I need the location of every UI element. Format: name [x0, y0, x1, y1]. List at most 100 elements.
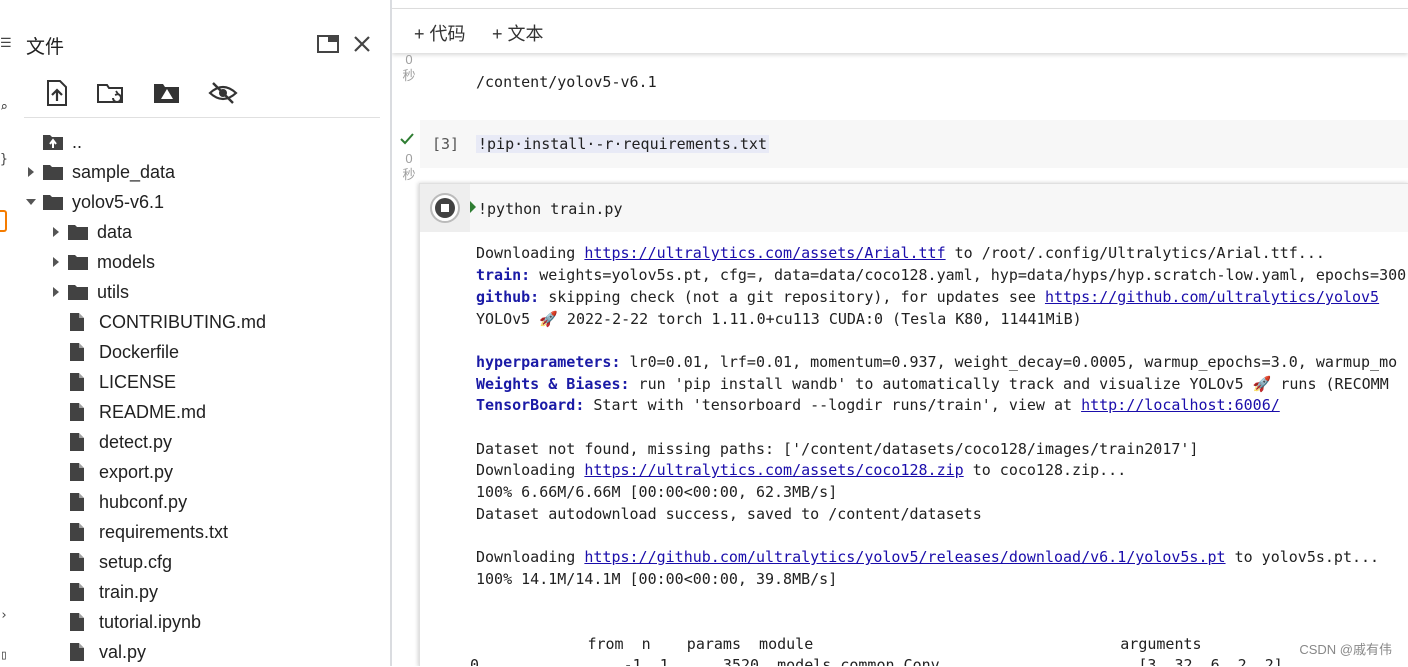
output-link[interactable]: https://github.com/ultralytics/yolov5	[1045, 288, 1379, 306]
file-tree-item[interactable]: sample_data	[20, 157, 175, 187]
file-tree-label: data	[97, 221, 133, 242]
output-line: github: skipping check (not a git reposi…	[476, 288, 1379, 306]
file-tree-item[interactable]: setup.cfg	[45, 547, 172, 577]
output-line: Dataset not found, missing paths: ['/con…	[476, 440, 1199, 458]
file-tree-label: val.py	[99, 641, 147, 662]
cell-time-value: 0	[405, 52, 413, 67]
mount-drive-icon[interactable]	[152, 78, 182, 108]
file-tree-label: setup.cfg	[99, 551, 173, 572]
output-line: Downloading https://github.com/ultralyti…	[476, 548, 1379, 566]
terminal-icon[interactable]: ›	[0, 608, 8, 623]
output-link[interactable]: https://ultralytics.com/assets/coco128.z…	[584, 461, 963, 479]
running-cell-code[interactable]: !python train.py	[478, 200, 623, 218]
menu-icon[interactable]: ☰	[0, 36, 12, 51]
file-tree-label: sample_data	[72, 161, 176, 182]
refresh-folder-icon[interactable]	[96, 78, 126, 108]
cell-exec-time: 0 秒	[398, 52, 420, 84]
notebook-toolbar: + 代码 + 文本	[392, 9, 1408, 53]
cell-editor[interactable]: !python train.py	[470, 184, 1408, 232]
file-tree-label: train.py	[99, 581, 159, 602]
file-tree-item[interactable]: LICENSE	[45, 367, 176, 397]
add-text-cell-button[interactable]: + 文本	[492, 20, 544, 46]
add-code-cell-button[interactable]: + 代码	[414, 20, 466, 46]
output-text: to coco128.zip...	[963, 461, 1127, 479]
upload-file-icon[interactable]	[42, 78, 72, 108]
close-icon[interactable]	[348, 30, 376, 58]
file-tree-item[interactable]: train.py	[45, 577, 158, 607]
file-tree-item[interactable]: README.md	[45, 397, 206, 427]
rocket-icon: 🚀	[539, 310, 558, 328]
output-text: runs (RECOMM	[1271, 375, 1389, 393]
file-tree-label: LICENSE	[99, 371, 177, 392]
parent-folder-icon	[42, 133, 68, 151]
output-line: Weights & Biases: run 'pip install wandb…	[476, 375, 1389, 393]
file-tree-item[interactable]: hubconf.py	[45, 487, 187, 517]
chevron-right-icon[interactable]	[45, 256, 67, 268]
file-tree-item[interactable]: export.py	[45, 457, 173, 487]
file-tree-item[interactable]: detect.py	[45, 427, 172, 457]
code-snippets-icon[interactable]: }	[0, 152, 8, 167]
stop-execution-button[interactable]	[420, 184, 470, 232]
file-tree-label: requirements.txt	[99, 521, 229, 542]
file-tree-item[interactable]: val.py	[45, 637, 146, 667]
output-line: Downloading https://ultralytics.com/asse…	[476, 461, 1126, 479]
file-tree-label: detect.py	[99, 431, 173, 452]
file-tree-item[interactable]: requirements.txt	[45, 517, 228, 547]
output-line: Downloading https://ultralytics.com/asse…	[476, 244, 1325, 262]
output-link[interactable]: http://localhost:6006/	[1081, 396, 1280, 414]
files-panel-title: 文件	[26, 37, 65, 58]
output-text: weights=yolov5s.pt, cfg=, data=data/coco…	[530, 266, 1407, 284]
chevron-right-icon[interactable]	[45, 286, 67, 298]
hide-files-icon[interactable]	[208, 78, 238, 108]
output-keyword: github:	[476, 288, 540, 306]
output-line: YOLOv5 🚀 2022-2-22 torch 1.11.0+cu113 CU…	[476, 310, 1082, 328]
cell-code[interactable]: !pip·install·-r·requirements.txt	[476, 135, 769, 153]
output-text: to yolov5s.pt...	[1225, 548, 1380, 566]
folder-icon	[42, 163, 68, 181]
chevron-right-icon[interactable]	[45, 226, 67, 238]
file-tree-item[interactable]: tutorial.ipynb	[45, 607, 201, 637]
cursor-marker-icon	[470, 201, 476, 213]
search-icon[interactable]: ⌕	[0, 100, 8, 115]
files-divider	[24, 117, 380, 118]
output-text: Downloading	[476, 244, 585, 262]
output-keyword: train:	[476, 266, 531, 284]
output-text: Start with 'tensorboard --logdir runs/tr…	[584, 396, 1082, 414]
files-panel: 文件 .. sample_data yolov5-v6.1 data models uti…	[14, 0, 390, 666]
output-table-header: from n params module arguments	[452, 635, 1202, 653]
output-line: Dataset autodownload success, saved to /…	[476, 505, 982, 523]
chevron-down-icon[interactable]	[20, 197, 42, 207]
output-text: to /root/.config/Ultralytics/Arial.ttf..…	[945, 244, 1325, 262]
left-activity-rail: ☰ ⌕ } › ▯	[0, 0, 14, 666]
file-icon	[67, 522, 95, 542]
file-tree-label: ..	[72, 131, 83, 152]
cell3-time-unit: 秒	[402, 167, 416, 182]
file-icon	[67, 432, 95, 452]
file-icon	[67, 402, 95, 422]
file-icon	[67, 552, 95, 572]
file-tree-item[interactable]: yolov5-v6.1	[20, 187, 164, 217]
file-tree-item[interactable]: Dockerfile	[45, 337, 179, 367]
notebook-top-bar	[392, 0, 1408, 9]
file-tree-item[interactable]: utils	[45, 277, 129, 307]
stop-icon	[430, 193, 460, 223]
output-keyword: Weights & Biases:	[476, 375, 630, 393]
chevron-right-icon[interactable]	[20, 166, 42, 178]
open-in-tab-icon[interactable]	[314, 30, 342, 58]
check-icon	[400, 132, 414, 150]
output-link[interactable]: https://ultralytics.com/assets/Arial.ttf	[584, 244, 945, 262]
output-link[interactable]: https://github.com/ultralytics/yolov5/re…	[584, 548, 1225, 566]
output-keyword: TensorBoard:	[476, 396, 585, 414]
file-tree-item[interactable]: data	[45, 217, 132, 247]
file-icon	[67, 642, 95, 662]
file-tree-item[interactable]: models	[45, 247, 155, 277]
cell3-time-value: 0	[405, 151, 413, 166]
file-icon	[67, 462, 95, 482]
output-keyword: hyperparameters:	[476, 353, 621, 371]
file-tree-label: utils	[97, 281, 130, 302]
file-tree-item[interactable]: ..	[20, 127, 82, 157]
command-icon[interactable]: ▯	[0, 648, 8, 663]
file-tree-item[interactable]: CONTRIBUTING.md	[45, 307, 266, 337]
code-cell-3[interactable]: [3] !pip·install·-r·requirements.txt	[420, 120, 1408, 168]
files-active-icon[interactable]	[0, 210, 7, 232]
